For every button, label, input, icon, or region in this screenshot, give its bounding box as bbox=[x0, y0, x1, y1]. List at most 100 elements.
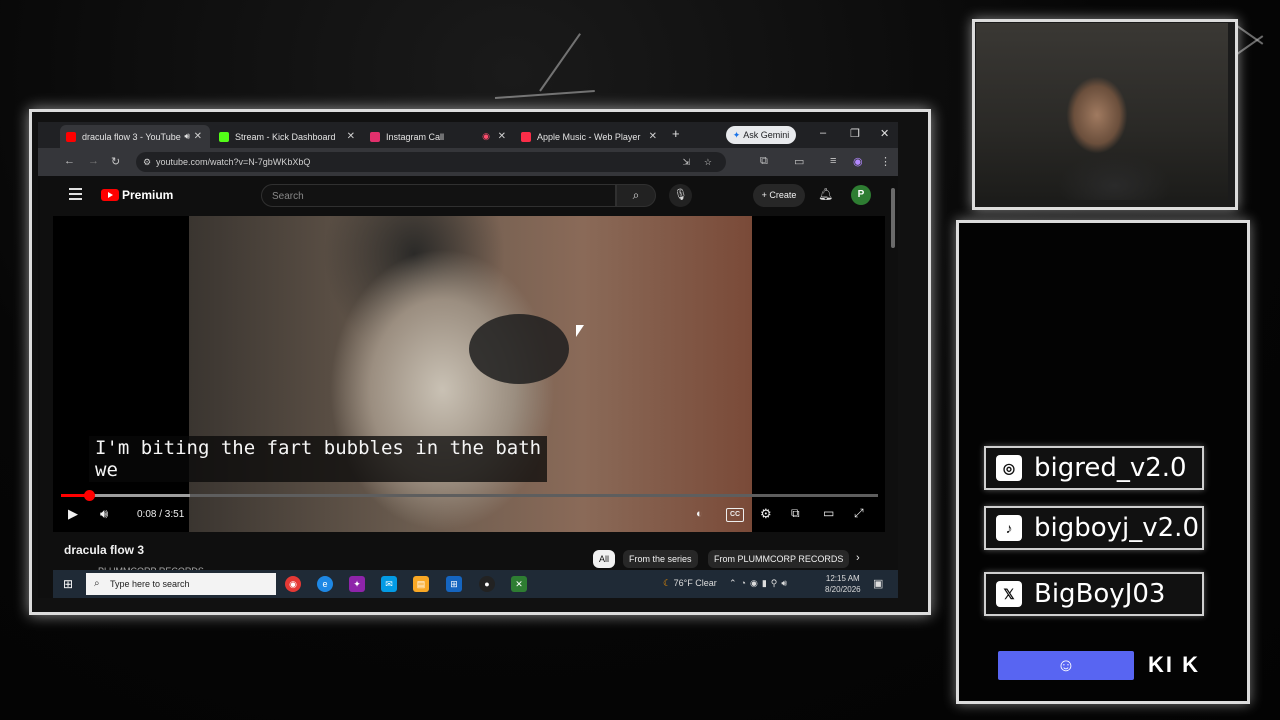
youtube-logo[interactable]: Premium bbox=[101, 188, 173, 202]
media-control-icon[interactable]: ≡ bbox=[830, 155, 836, 167]
app-icon[interactable]: ✉ bbox=[381, 576, 397, 592]
caption-line: we bbox=[95, 459, 118, 481]
chevron-right-icon[interactable]: › bbox=[856, 552, 860, 564]
tab-label: dracula flow 3 - YouTube bbox=[82, 131, 181, 142]
subtitle-caption: I'm biting the fart bubbles in the bath … bbox=[89, 436, 548, 482]
url-field[interactable]: ⚙ youtube.com/watch?v=N-7gbWKbXbQ ⇲ ☆ bbox=[136, 152, 726, 172]
tiktok-icon: ♪ bbox=[996, 515, 1022, 541]
instagram-handle: ◎ bigred_v2.0 bbox=[984, 446, 1204, 490]
play-icon[interactable]: ▶ bbox=[68, 506, 78, 522]
back-icon[interactable]: ← bbox=[64, 155, 75, 167]
chip-all[interactable]: All bbox=[593, 550, 616, 568]
windows-taskbar: ⊞ ⌕ Type here to search ◉ e ✦ ✉ ▤ ⊞ ● ✕ … bbox=[53, 570, 898, 598]
closed-captions-icon[interactable]: CC bbox=[726, 508, 744, 522]
mouse-cursor-icon bbox=[576, 325, 584, 337]
install-icon[interactable]: ⇲ bbox=[682, 152, 690, 172]
close-tab-icon[interactable]: ✕ bbox=[498, 131, 506, 142]
close-tab-icon[interactable]: ✕ bbox=[194, 131, 202, 142]
taskbar-search-input[interactable]: ⌕ Type here to search bbox=[86, 573, 276, 595]
page-scrollbar[interactable] bbox=[891, 188, 895, 248]
caption-line: I'm biting the fart bubbles in the bath bbox=[95, 437, 542, 459]
xbox-icon[interactable]: ✕ bbox=[511, 576, 527, 592]
x-icon: 𝕏 bbox=[996, 581, 1022, 607]
close-tab-icon[interactable]: ✕ bbox=[347, 131, 355, 142]
search-icon[interactable]: ⌕ bbox=[616, 184, 656, 207]
clock-date: 8/20/2026 bbox=[825, 585, 861, 594]
ask-gemini-label: Ask Gemini bbox=[743, 130, 790, 140]
tab-kick[interactable]: Stream - Kick Dashboard ✕ bbox=[213, 125, 363, 148]
weather-text: 76°F Clear bbox=[673, 578, 717, 588]
weather-widget[interactable]: ☾ 76°F Clear bbox=[663, 578, 717, 589]
video-frame bbox=[189, 216, 752, 532]
address-bar: ← → ↻ ⚙ youtube.com/watch?v=N-7gbWKbXbQ … bbox=[38, 148, 898, 176]
moon-icon: ☾ bbox=[663, 578, 672, 588]
fullscreen-icon[interactable]: ⤢ bbox=[854, 506, 864, 521]
settings-gear-icon[interactable]: ⚙ bbox=[760, 506, 772, 522]
discord-icon: ☺ bbox=[998, 651, 1134, 680]
create-label: Create bbox=[769, 190, 797, 200]
obs-icon[interactable]: ● bbox=[479, 576, 495, 592]
volume-icon[interactable]: 🔊︎ bbox=[100, 506, 108, 522]
menu-icon[interactable]: ⋮ bbox=[880, 155, 891, 168]
tiktok-name: bigboyj_v2.0 bbox=[1034, 513, 1199, 543]
forward-icon[interactable]: → bbox=[88, 155, 99, 167]
speaker-icon[interactable]: 🔊︎ bbox=[184, 131, 190, 142]
taskbar-clock[interactable]: 12:15 AM 8/20/2026 bbox=[825, 573, 861, 595]
notification-center-icon[interactable]: ▣ bbox=[873, 577, 883, 590]
extensions-icon[interactable]: ⧉ bbox=[760, 155, 768, 168]
video-title: dracula flow 3 bbox=[64, 543, 145, 557]
new-tab-button[interactable]: + bbox=[672, 126, 680, 141]
chip-from-series[interactable]: From the series bbox=[623, 550, 698, 568]
video-player[interactable]: I'm biting the fart bubbles in the bath … bbox=[53, 216, 885, 532]
profile-icon[interactable]: ◉ bbox=[853, 155, 863, 168]
ask-gemini-button[interactable]: ✦ Ask Gemini bbox=[726, 126, 796, 144]
youtube-favicon-icon bbox=[66, 131, 76, 142]
reload-icon[interactable]: ↻ bbox=[111, 155, 120, 168]
windows-start-icon[interactable]: ⊞ bbox=[63, 577, 73, 591]
avatar[interactable]: P bbox=[851, 185, 871, 205]
tiktok-handle: ♪ bigboyj_v2.0 bbox=[984, 506, 1204, 550]
kick-favicon-icon bbox=[219, 131, 229, 142]
restore-icon[interactable]: ❐ bbox=[850, 127, 860, 140]
instagram-name: bigred_v2.0 bbox=[1034, 453, 1187, 483]
notifications-bell-icon[interactable]: 🔔︎ bbox=[818, 187, 833, 201]
tab-youtube[interactable]: dracula flow 3 - YouTube 🔊︎ ✕ bbox=[60, 125, 210, 148]
edge-icon[interactable]: e bbox=[317, 576, 333, 592]
record-icon: ◉ bbox=[482, 131, 490, 141]
progress-bar[interactable] bbox=[61, 490, 878, 501]
webcam-feed bbox=[976, 23, 1228, 200]
microphone-icon[interactable]: 🎙︎ bbox=[669, 184, 692, 207]
miniplayer-icon[interactable]: ⧉ bbox=[791, 506, 800, 521]
tab-search-icon[interactable]: ▭ bbox=[794, 155, 804, 168]
search-input[interactable]: Search bbox=[261, 184, 616, 207]
close-window-icon[interactable]: ✕ bbox=[880, 127, 889, 140]
cast-icon[interactable]: ▭ bbox=[823, 506, 834, 520]
chrome-icon[interactable]: ◉ bbox=[285, 576, 301, 592]
autoplay-toggle-icon[interactable]: ◐ bbox=[696, 508, 703, 520]
browser-window: dracula flow 3 - YouTube 🔊︎ ✕ Stream - K… bbox=[38, 122, 898, 598]
video-content-sunglasses bbox=[469, 314, 569, 384]
sparkle-icon: ✦ bbox=[732, 129, 741, 140]
tab-apple-music[interactable]: Apple Music - Web Player ✕ bbox=[515, 125, 665, 148]
tab-label: Instagram Call bbox=[386, 131, 445, 142]
hamburger-menu-icon[interactable] bbox=[69, 188, 82, 203]
tab-bar: dracula flow 3 - YouTube 🔊︎ ✕ Stream - K… bbox=[38, 122, 898, 148]
url-text: youtube.com/watch?v=N-7gbWKbXbQ bbox=[156, 157, 311, 167]
create-button[interactable]: + Create bbox=[753, 184, 805, 207]
site-info-icon[interactable]: ⚙ bbox=[143, 152, 151, 172]
close-tab-icon[interactable]: ✕ bbox=[649, 131, 657, 142]
kick-icon: KI K bbox=[1148, 652, 1200, 677]
copilot-icon[interactable]: ✦ bbox=[349, 576, 365, 592]
progress-scrubber[interactable] bbox=[83, 490, 95, 501]
store-icon[interactable]: ⊞ bbox=[446, 576, 462, 592]
apple-music-favicon-icon bbox=[521, 131, 531, 142]
bookmark-star-icon[interactable]: ☆ bbox=[704, 152, 712, 172]
tab-instagram[interactable]: Instagram Call ◉ ✕ bbox=[364, 125, 514, 148]
taskbar-search-placeholder: Type here to search bbox=[110, 579, 190, 589]
file-explorer-icon[interactable]: ▤ bbox=[413, 576, 429, 592]
x-name: BigBoyJ03 bbox=[1034, 579, 1166, 609]
youtube-play-logo-icon bbox=[101, 189, 119, 201]
chip-from-channel[interactable]: From PLUMMCORP RECORDS bbox=[708, 550, 850, 568]
minimize-icon[interactable]: – bbox=[820, 127, 826, 139]
system-tray[interactable]: ⌃◔◉▮⚲🔊︎ bbox=[729, 578, 791, 589]
